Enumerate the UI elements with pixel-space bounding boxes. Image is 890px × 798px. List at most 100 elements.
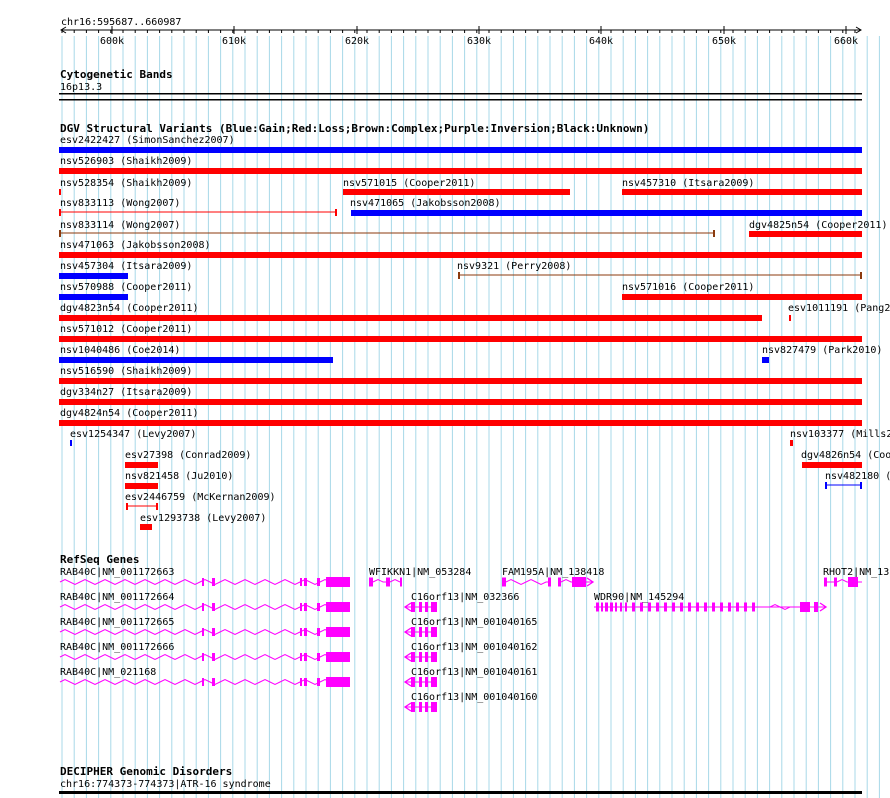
- ruler-tick-label: 610k: [222, 36, 246, 47]
- dgv-variant[interactable]: nsv103377 (Mills2: [790, 429, 890, 446]
- gene-exon: [419, 627, 422, 637]
- cytoband-label: 16p13.3: [60, 82, 102, 93]
- dgv-variant-endcap: [156, 503, 158, 510]
- gene-exon: [572, 577, 586, 587]
- dgv-variant[interactable]: nsv833114 (Wong2007): [59, 220, 715, 237]
- dgv-variant-label: esv27398 (Conrad2009): [125, 450, 251, 461]
- gene-exon: [411, 652, 415, 662]
- dgv-variant-label: nsv457310 (Itsara2009): [622, 178, 754, 189]
- refseq-gene[interactable]: WDR90|NM_145294: [594, 592, 828, 612]
- gene-exon: [601, 602, 603, 612]
- gene-exon: [752, 602, 755, 612]
- dgv-variant-endcap: [59, 230, 61, 237]
- dgv-variant[interactable]: esv1293738 (Levy2007): [140, 513, 266, 530]
- dgv-variant-label: nsv528354 (Shaikh2009): [60, 178, 192, 189]
- gene-exon: [425, 652, 428, 662]
- dgv-variant[interactable]: nsv827479 (Park2010): [762, 345, 882, 363]
- gene-label: C16orf13|NM_032366: [411, 592, 519, 603]
- dgv-variant-label: nsv9321 (Perry2008): [457, 261, 571, 272]
- refseq-gene[interactable]: C16orf13|NM_001040161: [403, 667, 537, 687]
- dgv-variant-label: nsv827479 (Park2010): [762, 345, 882, 356]
- gene-exon: [212, 578, 215, 586]
- dgv-variant-label: nsv821458 (Ju2010): [125, 471, 233, 482]
- dgv-variant-label: dgv334n27 (Itsara2009): [60, 387, 192, 398]
- dgv-variant[interactable]: dgv4824n54 (Cooper2011): [59, 408, 862, 426]
- dgv-variant-bar: [59, 168, 862, 174]
- dgv-variant[interactable]: nsv457310 (Itsara2009): [622, 178, 862, 195]
- gene-exon: [326, 577, 350, 587]
- dgv-variant-label: esv1254347 (Levy2007): [70, 429, 196, 440]
- dgv-variant[interactable]: esv1254347 (Levy2007): [70, 429, 196, 446]
- refseq-gene[interactable]: C16orf13|NM_001040165: [403, 617, 537, 637]
- dgv-variant[interactable]: nsv471063 (Jakobsson2008): [59, 240, 862, 258]
- dgv-variant-label: nsv833113 (Wong2007): [60, 198, 180, 209]
- gene-exon: [814, 602, 818, 612]
- dgv-variant[interactable]: dgv4823n54 (Cooper2011): [59, 303, 762, 321]
- dgv-variant[interactable]: esv1011191 (Pang2: [788, 303, 890, 321]
- gene-exon: [664, 602, 667, 612]
- dgv-variant-tick: [789, 315, 791, 321]
- gene-label: RAB40C|NM_001172666: [60, 642, 174, 653]
- gene-label: RAB40C|NM_021168: [60, 667, 156, 678]
- dgv-variant-label: dgv4826n54 (Coo: [801, 450, 890, 461]
- dgv-variant[interactable]: nsv526903 (Shaikh2009): [59, 156, 862, 174]
- refseq-gene[interactable]: C16orf13|NM_032366: [403, 592, 519, 612]
- dgv-variant-bar: [125, 462, 158, 468]
- refseq-gene[interactable]: WFIKKN1|NM_053284: [369, 567, 471, 587]
- dgv-variant-bar: [802, 462, 862, 468]
- cytoband-ideogram[interactable]: [59, 93, 862, 101]
- gene-label: C16orf13|NM_001040160: [411, 692, 537, 703]
- refseq-gene[interactable]: FAM195A|NM_138418: [502, 567, 604, 587]
- dgv-variant[interactable]: dgv334n27 (Itsara2009): [59, 387, 862, 405]
- gene-label: RHOT2|NM_13: [823, 567, 889, 578]
- gene-label: RAB40C|NM_001172664: [60, 592, 174, 603]
- dgv-variant-bar: [762, 357, 769, 363]
- dgv-variant[interactable]: esv2422427 (SimonSanchez2007): [59, 135, 862, 153]
- dgv-variant[interactable]: nsv457304 (Itsara2009): [59, 261, 192, 279]
- gene-exon: [736, 602, 739, 612]
- gene-label: WDR90|NM_145294: [594, 592, 684, 603]
- gene-exon: [411, 602, 415, 612]
- dgv-variant[interactable]: nsv482180 (: [825, 471, 890, 489]
- dgv-variant[interactable]: nsv571015 (Cooper2011): [343, 178, 570, 195]
- gene-label: C16orf13|NM_001040165: [411, 617, 537, 628]
- dgv-variant-label: esv2446759 (McKernan2009): [125, 492, 276, 503]
- refseq-gene[interactable]: C16orf13|NM_001040162: [403, 642, 537, 662]
- ruler-tick-label: 660k: [834, 36, 858, 47]
- dgv-variant-label: nsv1040486 (Coe2014): [60, 345, 180, 356]
- gene-label: FAM195A|NM_138418: [502, 567, 604, 578]
- gene-exon: [558, 577, 561, 587]
- dgv-variant[interactable]: dgv4826n54 (Coo: [801, 450, 890, 468]
- refseq-gene[interactable]: C16orf13|NM_001040160: [403, 692, 537, 712]
- dgv-variant[interactable]: nsv570988 (Cooper2011): [59, 282, 192, 300]
- ruler-tick-label: 640k: [589, 36, 613, 47]
- dgv-variant[interactable]: nsv516590 (Shaikh2009): [59, 366, 862, 384]
- dgv-variant[interactable]: nsv471065 (Jakobsson2008): [350, 198, 862, 216]
- dgv-variant[interactable]: nsv528354 (Shaikh2009): [59, 178, 192, 195]
- dgv-variant-label: nsv526903 (Shaikh2009): [60, 156, 192, 167]
- gene-exon: [431, 652, 437, 662]
- gene-exon: [712, 602, 715, 612]
- dgv-variant[interactable]: nsv571012 (Cooper2011): [59, 324, 862, 342]
- ruler-tick-label: 600k: [100, 36, 124, 47]
- gene-exon: [304, 653, 307, 661]
- dgv-variant-label: esv1293738 (Levy2007): [140, 513, 266, 524]
- dgv-variant-endcap: [860, 482, 862, 489]
- dgv-variant[interactable]: nsv571016 (Cooper2011): [622, 282, 862, 300]
- gene-exon: [620, 602, 622, 612]
- dgv-variant[interactable]: nsv821458 (Ju2010): [125, 471, 233, 489]
- gene-exon: [212, 678, 215, 686]
- dgv-variant-label: nsv471065 (Jakobsson2008): [350, 198, 501, 209]
- gene-label: C16orf13|NM_001040161: [411, 667, 537, 678]
- gene-exon: [212, 603, 215, 611]
- dgv-variant-bar: [59, 252, 862, 258]
- dgv-variant[interactable]: nsv833113 (Wong2007): [59, 198, 337, 216]
- dgv-variant-bar: [140, 524, 152, 530]
- decipher-feature-bar[interactable]: [59, 791, 862, 794]
- gene-exon: [419, 602, 422, 612]
- gene-exon: [317, 628, 320, 636]
- gene-exon: [317, 578, 320, 586]
- dgv-variant-tick: [70, 440, 72, 446]
- dgv-variant-label: nsv482180 (: [825, 471, 890, 482]
- gene-exon: [202, 653, 204, 661]
